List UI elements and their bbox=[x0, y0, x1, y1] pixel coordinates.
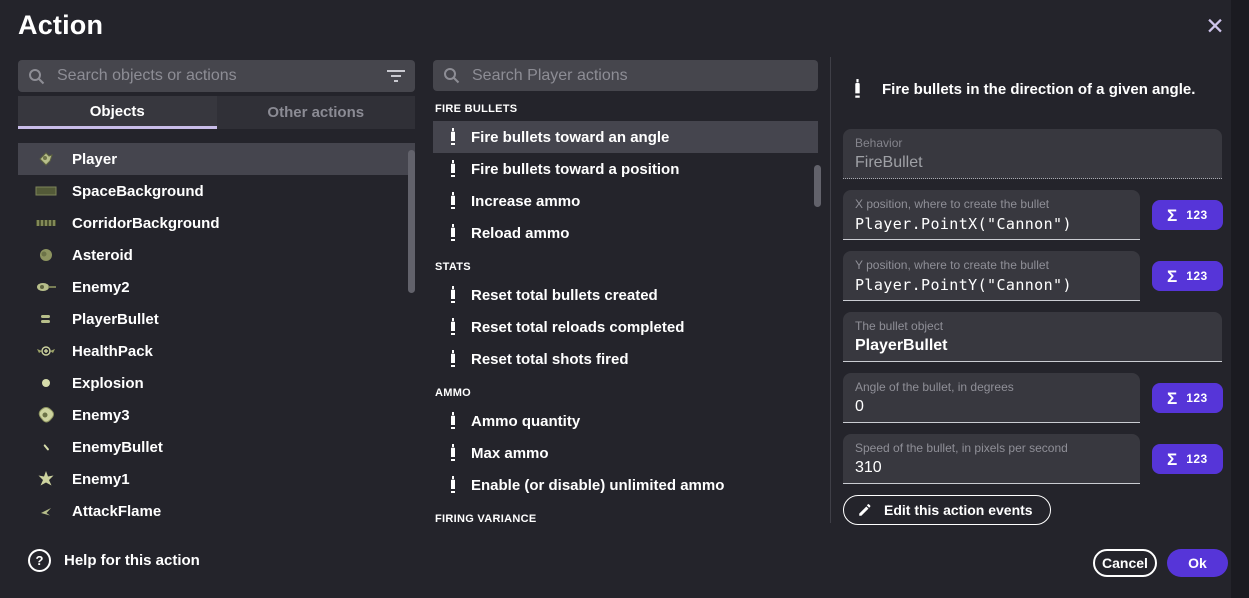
action-group-header: FIRING VARIANCE bbox=[433, 501, 818, 523]
bullet-icon bbox=[448, 286, 458, 305]
numbers-icon: 123 bbox=[1186, 209, 1208, 221]
bullet-icon bbox=[448, 128, 458, 147]
tab-objects[interactable]: Objects bbox=[18, 96, 217, 129]
actions-list-scrollbar[interactable] bbox=[814, 165, 821, 207]
cancel-button[interactable]: Cancel bbox=[1093, 549, 1157, 577]
object-row-explosion[interactable]: Explosion bbox=[18, 367, 415, 399]
bullet-icon bbox=[852, 79, 863, 100]
x-position-field[interactable]: X position, where to create the bullet P… bbox=[843, 190, 1140, 240]
sigma-icon: Σ bbox=[1167, 268, 1177, 285]
pencil-icon bbox=[857, 502, 873, 518]
object-row-spacebackground[interactable]: SpaceBackground bbox=[18, 175, 415, 207]
bullet-icon bbox=[448, 160, 458, 179]
action-group-header: FIRE BULLETS bbox=[433, 91, 818, 121]
search-icon bbox=[28, 68, 45, 85]
player-bullet-icon bbox=[34, 307, 58, 331]
action-group-header: STATS bbox=[433, 249, 818, 279]
bullet-icon bbox=[448, 412, 458, 431]
attack-flame-icon bbox=[34, 499, 58, 523]
numbers-icon: 123 bbox=[1186, 453, 1208, 465]
objects-panel: Objects Other actions Player SpaceBackgr… bbox=[18, 60, 415, 527]
asteroid-icon bbox=[34, 243, 58, 267]
object-row-enemybullet[interactable]: EnemyBullet bbox=[18, 431, 415, 463]
sigma-icon: Σ bbox=[1167, 390, 1177, 407]
action-dialog: Action ✕ Objects Other actions bbox=[0, 0, 1249, 598]
panel-divider bbox=[830, 57, 831, 523]
player-icon bbox=[34, 147, 58, 171]
enemy2-icon bbox=[34, 275, 58, 299]
speed-field[interactable]: Speed of the bullet, in pixels per secon… bbox=[843, 434, 1140, 484]
help-icon: ? bbox=[28, 549, 51, 572]
sigma-icon: Σ bbox=[1167, 207, 1177, 224]
action-row-reset-bullets-created[interactable]: Reset total bullets created bbox=[433, 279, 818, 311]
bullet-icon bbox=[448, 476, 458, 495]
actions-search-input[interactable] bbox=[470, 66, 808, 86]
space-background-icon bbox=[34, 179, 58, 203]
numbers-icon: 123 bbox=[1186, 270, 1208, 282]
objects-list-scrollbar[interactable] bbox=[408, 150, 415, 293]
object-row-playerbullet[interactable]: PlayerBullet bbox=[18, 303, 415, 335]
y-position-field[interactable]: Y position, where to create the bullet P… bbox=[843, 251, 1140, 301]
bullet-icon bbox=[448, 350, 458, 369]
object-row-asteroid[interactable]: Asteroid bbox=[18, 239, 415, 271]
edit-action-events-button[interactable]: Edit this action events bbox=[843, 495, 1051, 525]
page-title: Action bbox=[18, 10, 103, 41]
action-row-reload-ammo[interactable]: Reload ammo bbox=[433, 217, 818, 249]
action-row-reset-reloads-completed[interactable]: Reset total reloads completed bbox=[433, 311, 818, 343]
action-row-unlimited-ammo[interactable]: Enable (or disable) unlimited ammo bbox=[433, 469, 818, 501]
filter-icon[interactable] bbox=[387, 69, 405, 83]
right-scroll-gutter bbox=[1231, 0, 1249, 598]
object-row-player[interactable]: Player bbox=[18, 143, 415, 175]
y-position-expression-button[interactable]: Σ 123 bbox=[1152, 261, 1223, 291]
action-row-fire-bullets-position[interactable]: Fire bullets toward a position bbox=[433, 153, 818, 185]
enemy3-icon bbox=[34, 403, 58, 427]
sigma-icon: Σ bbox=[1167, 451, 1177, 468]
ok-button[interactable]: Ok bbox=[1167, 549, 1228, 577]
enemy-bullet-icon bbox=[34, 435, 58, 459]
angle-expression-button[interactable]: Σ 123 bbox=[1152, 383, 1223, 413]
object-row-attackflame[interactable]: AttackFlame bbox=[18, 495, 415, 527]
help-for-action-link[interactable]: ? Help for this action bbox=[28, 549, 200, 572]
bullet-icon bbox=[448, 224, 458, 243]
bullet-icon bbox=[448, 192, 458, 211]
health-pack-icon bbox=[34, 339, 58, 363]
left-tabs: Objects Other actions bbox=[18, 96, 415, 129]
speed-expression-button[interactable]: Σ 123 bbox=[1152, 444, 1223, 474]
object-row-corridorbackground[interactable]: CorridorBackground bbox=[18, 207, 415, 239]
corridor-background-icon bbox=[34, 211, 58, 235]
action-config-panel: Fire bullets in the direction of a given… bbox=[843, 60, 1223, 525]
action-row-fire-bullets-angle[interactable]: Fire bullets toward an angle bbox=[433, 121, 818, 153]
action-row-increase-ammo[interactable]: Increase ammo bbox=[433, 185, 818, 217]
x-position-expression-button[interactable]: Σ 123 bbox=[1152, 200, 1223, 230]
search-icon bbox=[443, 67, 460, 84]
explosion-icon bbox=[34, 371, 58, 395]
bullet-icon bbox=[448, 444, 458, 463]
object-row-enemy2[interactable]: Enemy2 bbox=[18, 271, 415, 303]
bullet-object-field[interactable]: The bullet object PlayerBullet bbox=[843, 312, 1222, 362]
enemy1-icon bbox=[34, 467, 58, 491]
object-row-enemy1[interactable]: Enemy1 bbox=[18, 463, 415, 495]
action-description: Fire bullets in the direction of a given… bbox=[882, 81, 1195, 98]
object-row-enemy3[interactable]: Enemy3 bbox=[18, 399, 415, 431]
action-row-ammo-quantity[interactable]: Ammo quantity bbox=[433, 405, 818, 437]
objects-search-input[interactable] bbox=[55, 66, 387, 86]
actions-panel: FIRE BULLETS Fire bullets toward an angl… bbox=[433, 60, 818, 523]
numbers-icon: 123 bbox=[1186, 392, 1208, 404]
action-description-row: Fire bullets in the direction of a given… bbox=[843, 60, 1223, 105]
angle-field[interactable]: Angle of the bullet, in degrees 0 bbox=[843, 373, 1140, 423]
behavior-field: Behavior FireBullet bbox=[843, 129, 1222, 179]
bullet-icon bbox=[448, 318, 458, 337]
actions-search-bar[interactable] bbox=[433, 60, 818, 91]
objects-search-bar[interactable] bbox=[18, 60, 415, 92]
action-group-header: AMMO bbox=[433, 375, 818, 405]
close-icon[interactable]: ✕ bbox=[1201, 12, 1229, 40]
tab-other-actions[interactable]: Other actions bbox=[217, 96, 416, 129]
object-row-healthpack[interactable]: HealthPack bbox=[18, 335, 415, 367]
objects-list: Player SpaceBackground CorridorBackgroun… bbox=[18, 143, 415, 527]
action-row-max-ammo[interactable]: Max ammo bbox=[433, 437, 818, 469]
action-row-reset-shots-fired[interactable]: Reset total shots fired bbox=[433, 343, 818, 375]
